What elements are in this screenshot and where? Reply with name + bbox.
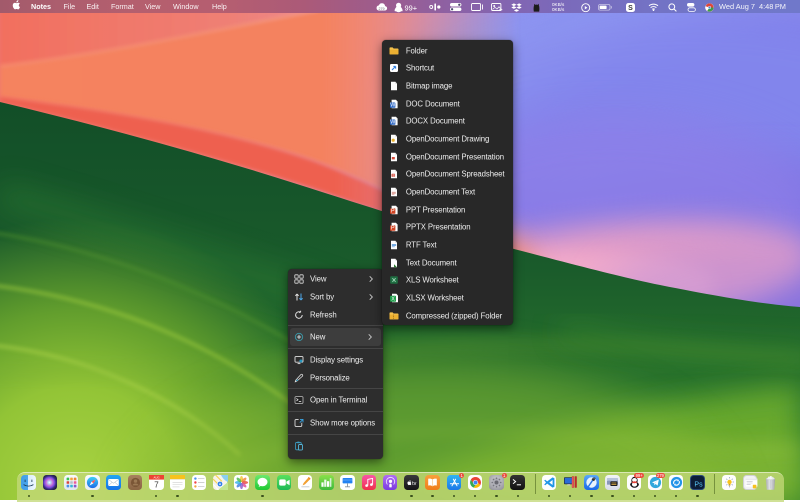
svg-text:S: S <box>628 5 633 12</box>
svg-text:7: 7 <box>154 481 159 490</box>
svg-text:tv: tv <box>412 481 416 487</box>
svg-text:279: 279 <box>378 6 384 10</box>
svg-text:P: P <box>391 226 395 232</box>
svg-text:P: P <box>391 208 395 214</box>
svg-text:Ps: Ps <box>695 481 704 488</box>
svg-text:X: X <box>392 297 396 303</box>
svg-text:AUG: AUG <box>153 475 159 479</box>
svg-text:99+: 99+ <box>405 3 418 12</box>
